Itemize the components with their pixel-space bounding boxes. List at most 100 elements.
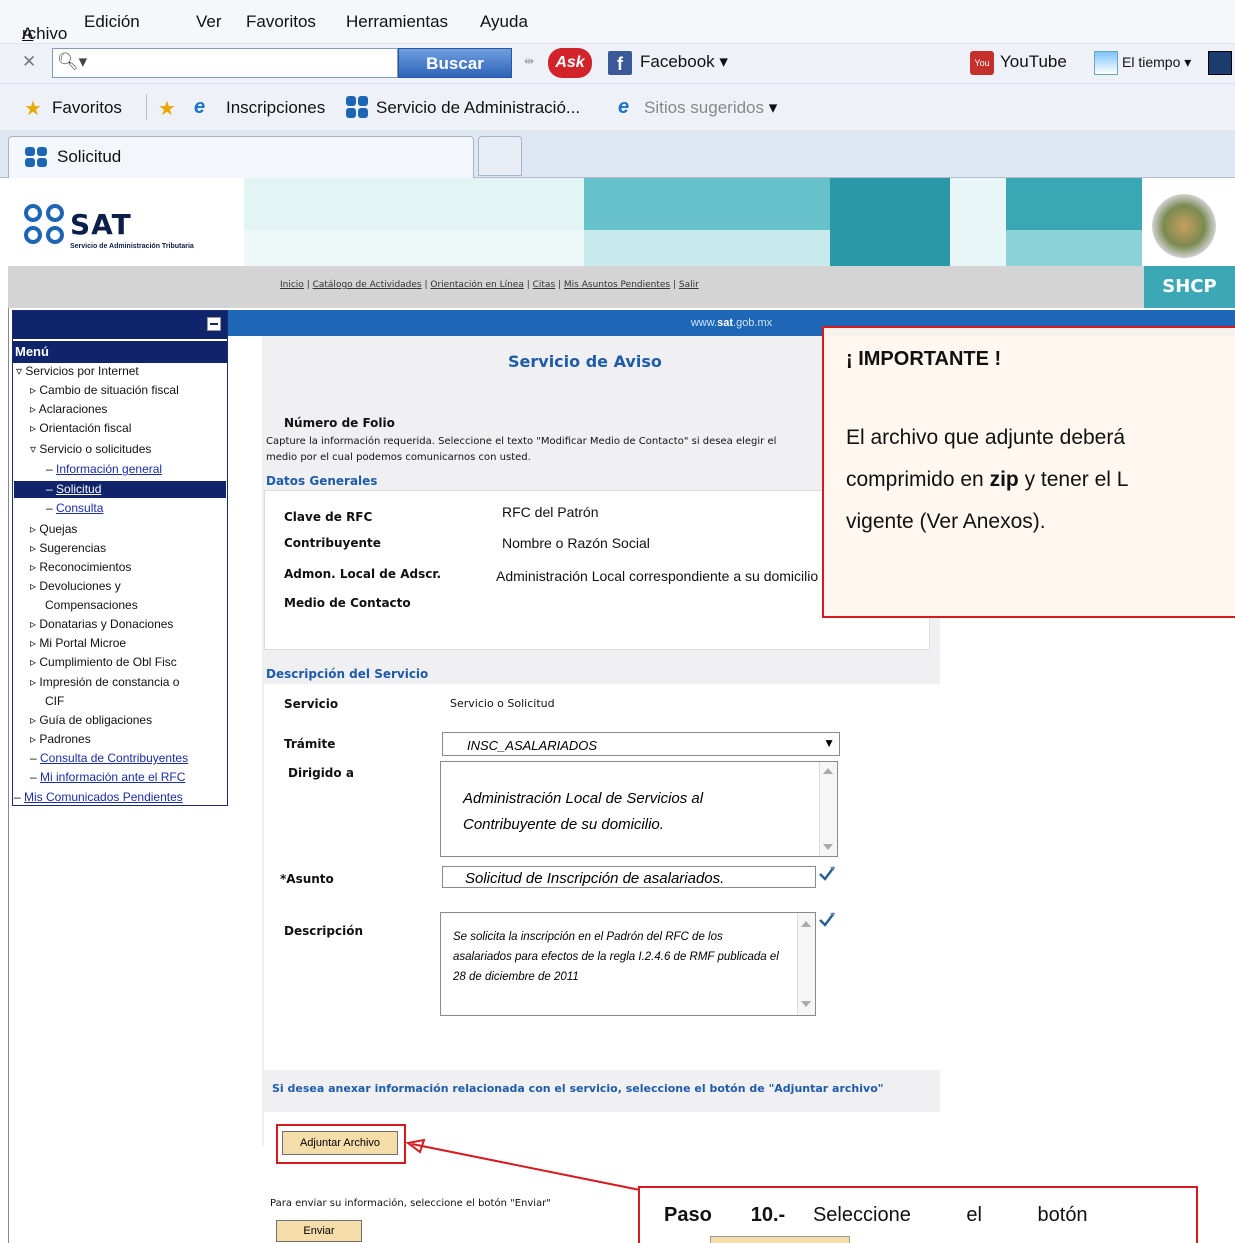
menu-archivo-rest: rchivo <box>22 24 68 43</box>
important-title: ¡ IMPORTANTE ! <box>846 348 1002 370</box>
sidebar-item-quejas[interactable]: ▹ Quejas <box>30 522 77 536</box>
dirigido-scrollbar[interactable] <box>819 762 837 856</box>
callout-arrow <box>405 1138 651 1193</box>
asunto-input[interactable]: Solicitud de Inscripción de asalariados. <box>442 866 816 888</box>
medio-contacto-label: Medio de Contacto <box>284 596 411 610</box>
youtube-icon[interactable]: You <box>970 51 994 75</box>
sidebar-item-guia-obligaciones[interactable]: ▹ Guía de obligaciones <box>30 713 152 727</box>
dirigido-label: Dirigido a <box>288 766 354 780</box>
edit-descripcion-icon[interactable] <box>818 910 836 928</box>
paso-text: Paso 10.- Seleccione el botón <box>664 1204 1088 1226</box>
sidebar-item-compensaciones[interactable]: Compensaciones <box>45 598 138 612</box>
paso-callout: Paso 10.- Seleccione el botón <box>638 1186 1198 1243</box>
sidebar-item-servicio-solicitudes[interactable]: ▿ Servicio o solicitudes <box>30 442 151 456</box>
nav-inicio[interactable]: Inicio <box>280 280 304 290</box>
sidebar-item-cif[interactable]: CIF <box>45 694 64 708</box>
sidebar-item-orientacion[interactable]: ▹ Orientación fiscal <box>30 421 131 435</box>
tramite-value: INSC_ASALARIADOS <box>467 738 598 753</box>
fav-sitios-sugeridos[interactable]: Sitios sugeridos ▾ <box>644 98 777 118</box>
instructions-line-2: medio por el cual podemos comunicarnos c… <box>266 452 531 463</box>
important-callout: ¡ IMPORTANTE ! El archivo que adjunte de… <box>822 326 1235 618</box>
sidebar-item-portal-microe[interactable]: ▹ Mi Portal Microe <box>30 636 126 650</box>
sidebar-menu-title: Menú <box>13 341 227 363</box>
edit-asunto-icon[interactable] <box>818 864 836 882</box>
favorites-star-icon[interactable]: ★ <box>24 96 42 121</box>
browser-menubar: Archivo Edición Ver Favoritos Herramient… <box>0 0 1235 44</box>
tab-solicitud-label: Solicitud <box>57 147 122 166</box>
descripcion-label: Descripción <box>284 924 363 938</box>
sidebar-item-sugerencias[interactable]: ▹ Sugerencias <box>30 541 106 555</box>
sat-tab-icon <box>25 147 49 169</box>
descripcion-scrollbar[interactable] <box>797 913 815 1015</box>
sat-logo-text: SAT <box>70 208 132 241</box>
menu-edicion[interactable]: Edición <box>84 12 140 32</box>
search-icon: 🔍︎▾ <box>57 52 88 71</box>
sidebar-item-impresion-constancia[interactable]: ▹ Impresión de constancia o <box>30 675 179 689</box>
instructions-line-1: Capture la información requerida. Selecc… <box>266 436 777 447</box>
site-navbar: Inicio | Catálogo de Actividades | Orien… <box>8 266 1235 308</box>
enviar-button[interactable]: Enviar <box>276 1220 362 1242</box>
collapse-icon[interactable] <box>207 317 221 331</box>
ask-logo-icon[interactable]: Ask <box>548 48 592 78</box>
servicio-label: Servicio <box>284 697 339 711</box>
menu-ver[interactable]: Ver <box>196 12 222 32</box>
add-favorite-icon[interactable]: ★ <box>158 96 176 121</box>
sidebar-item-donatarias[interactable]: ▹ Donatarias y Donaciones <box>30 617 173 631</box>
folio-label: Número de Folio <box>284 416 395 430</box>
nav-mis-asuntos[interactable]: Mis Asuntos Pendientes <box>564 280 670 290</box>
weather-link[interactable]: El tiempo ▾ <box>1122 54 1191 71</box>
sidebar-item-cumplimiento[interactable]: ▹ Cumplimiento de Obl Fisc <box>30 655 177 669</box>
anexar-text: Si desea anexar información relacionada … <box>272 1082 884 1095</box>
important-line-1: El archivo que adjunte deberá <box>846 426 1126 449</box>
youtube-link[interactable]: YouTube <box>1000 52 1067 72</box>
tramite-label: Trámite <box>284 737 336 751</box>
fav-inscripciones[interactable]: Inscripciones <box>226 98 325 118</box>
sidebar-item-mi-informacion[interactable]: – Mi información ante el RFC <box>30 770 185 784</box>
sidebar-item-mis-comunicados[interactable]: – Mis Comunicados Pendientes <box>14 790 183 804</box>
favorites-button[interactable]: Favoritos <box>52 98 122 118</box>
sidebar-item-padrones[interactable]: ▹ Padrones <box>30 732 91 746</box>
sidebar-item-info-general[interactable]: – Información general <box>46 462 162 476</box>
important-line-2: comprimido en zip y tener el L <box>846 468 1129 491</box>
tramite-select[interactable]: INSC_ASALARIADOS ▼ <box>442 732 840 756</box>
menu-herramientas[interactable]: Herramientas <box>346 12 448 32</box>
servicio-value: Servicio o Solicitud <box>450 697 555 710</box>
nav-citas[interactable]: Citas <box>533 280 556 290</box>
rfc-label: Clave de RFC <box>284 510 373 524</box>
dirigido-textarea[interactable]: Administración Local de Servicios al Con… <box>440 761 838 857</box>
nav-catalogo[interactable]: Catálogo de Actividades <box>313 280 422 290</box>
descripcion-servicio-header: Descripción del Servicio <box>266 667 429 681</box>
sat-logo-icon <box>24 204 68 248</box>
sidebar-item-cambio-situacion[interactable]: ▹ Cambio de situación fiscal <box>30 383 179 397</box>
descripcion-value: Se solicita la inscripción en el Padrón … <box>453 931 779 983</box>
search-button[interactable]: Buscar <box>398 48 512 78</box>
search-input[interactable]: 🔍︎▾ <box>52 48 398 78</box>
sidebar-item-solicitud[interactable]: – Solicitud <box>46 482 101 496</box>
paso-button-preview <box>710 1236 850 1243</box>
fav-servicio-administracion[interactable]: Servicio de Administració... <box>376 98 580 118</box>
new-tab-button[interactable] <box>478 136 522 176</box>
descripcion-textarea[interactable]: Se solicita la inscripción en el Padrón … <box>440 912 816 1016</box>
toolbar-extra-icon[interactable] <box>1208 51 1232 75</box>
sidebar-item-servicios-internet[interactable]: ▿ Servicios por Internet <box>16 364 139 378</box>
nav-orientacion[interactable]: Orientación en Línea <box>430 280 523 290</box>
sidebar-item-devoluciones[interactable]: ▹ Devoluciones y <box>30 579 121 593</box>
sidebar-item-reconocimientos[interactable]: ▹ Reconocimientos <box>30 560 131 574</box>
sidebar-item-consulta[interactable]: – Consulta <box>46 501 103 515</box>
facebook-link[interactable]: Facebook ▾ <box>640 52 728 72</box>
chevron-down-icon[interactable]: ▼ <box>823 736 835 750</box>
weather-icon[interactable] <box>1094 51 1118 75</box>
close-search-icon[interactable]: ✕ <box>22 52 36 72</box>
datos-generales-header: Datos Generales <box>266 474 378 488</box>
contribuyente-value: Nombre o Razón Social <box>502 535 650 551</box>
menu-ayuda[interactable]: Ayuda <box>480 12 528 32</box>
adjuntar-archivo-button[interactable]: Adjuntar Archivo <box>282 1131 398 1155</box>
sidebar-item-consulta-contribuyentes[interactable]: – Consulta de Contribuyentes <box>30 751 188 765</box>
sidebar-item-aclaraciones[interactable]: ▹ Aclaraciones <box>30 402 107 416</box>
tab-solicitud[interactable]: Solicitud <box>8 136 474 178</box>
important-line-3: vigente (Ver Anexos). <box>846 510 1046 533</box>
sat-banner <box>8 178 1235 266</box>
facebook-icon[interactable]: f <box>608 51 632 75</box>
nav-salir[interactable]: Salir <box>679 280 699 290</box>
menu-favoritos[interactable]: Favoritos <box>246 12 316 32</box>
